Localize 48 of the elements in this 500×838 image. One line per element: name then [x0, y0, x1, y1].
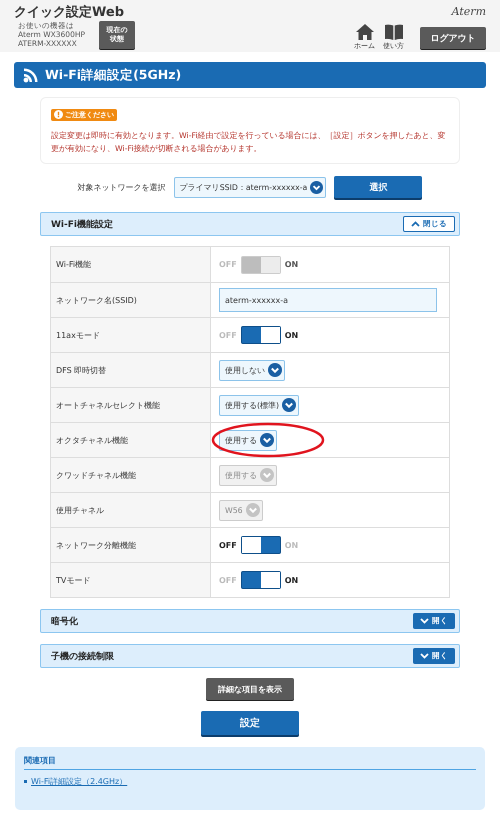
- ssid-input[interactable]: aterm-xxxxxx-a: [219, 288, 437, 312]
- chevron-down-icon: [260, 433, 274, 447]
- chevron-down-icon: [246, 503, 260, 517]
- bullet-icon: [24, 780, 27, 783]
- app-title: クイック設定Web: [14, 5, 125, 20]
- on-label: ON: [284, 330, 298, 340]
- page-title: Wi-Fi詳細設定(5GHz): [45, 66, 182, 84]
- wifi-icon: [23, 67, 39, 83]
- logout-button[interactable]: ログアウト: [420, 27, 486, 49]
- setting-label: 11axモード: [51, 318, 211, 352]
- setting-label: Wi-Fi機能: [51, 247, 211, 282]
- book-icon: [384, 24, 404, 40]
- section-title: Wi-Fi機能設定: [51, 218, 113, 230]
- chevron-down-icon: [282, 398, 296, 412]
- toggle-switch[interactable]: [240, 326, 281, 344]
- show-details-button[interactable]: 詳細な項目を表示: [206, 678, 294, 700]
- toggle-switch[interactable]: [240, 536, 281, 554]
- chevron-down-icon: [420, 618, 429, 624]
- setting-label: ネットワーク分離機能: [51, 528, 211, 562]
- chevron-up-icon: [411, 221, 420, 227]
- chevron-down-icon: [260, 468, 274, 482]
- setting-label: オートチャネルセレクト機能: [51, 388, 211, 422]
- off-label: OFF: [219, 330, 237, 340]
- setting-label: オクタチャネル機能: [51, 423, 211, 457]
- brand-logo: Aterm: [452, 5, 486, 18]
- off-label: OFF: [219, 260, 237, 269]
- setting-label: ネットワーク名(SSID): [51, 283, 211, 317]
- off-label: OFF: [219, 540, 237, 550]
- on-label: ON: [284, 260, 298, 269]
- setting-label: クワッドチャネル機能: [51, 458, 211, 492]
- toggle-switch[interactable]: [240, 571, 281, 589]
- off-label: OFF: [219, 576, 237, 584]
- on-label: ON: [284, 576, 298, 584]
- section-title: 暗号化: [51, 615, 78, 628]
- chevron-down-icon: [268, 363, 282, 377]
- network-select-label: 対象ネットワークを選択: [78, 182, 166, 192]
- chevron-down-icon: [420, 653, 429, 659]
- home-icon: [356, 24, 374, 40]
- setting-label: DFS 即時切替: [51, 353, 211, 387]
- chevron-down-icon: [310, 180, 324, 194]
- apply-button[interactable]: 設定: [201, 711, 299, 735]
- section-title: 子機の接続制限: [51, 650, 114, 662]
- setting-label: TVモード: [51, 563, 211, 597]
- related-link[interactable]: Wi-Fi詳細設定（2.4GHz）: [31, 776, 128, 787]
- on-label: ON: [284, 540, 298, 550]
- setting-label: 使用チャネル: [51, 493, 211, 527]
- select-button[interactable]: 選択: [334, 176, 422, 198]
- related-title: 関連項目: [24, 755, 476, 770]
